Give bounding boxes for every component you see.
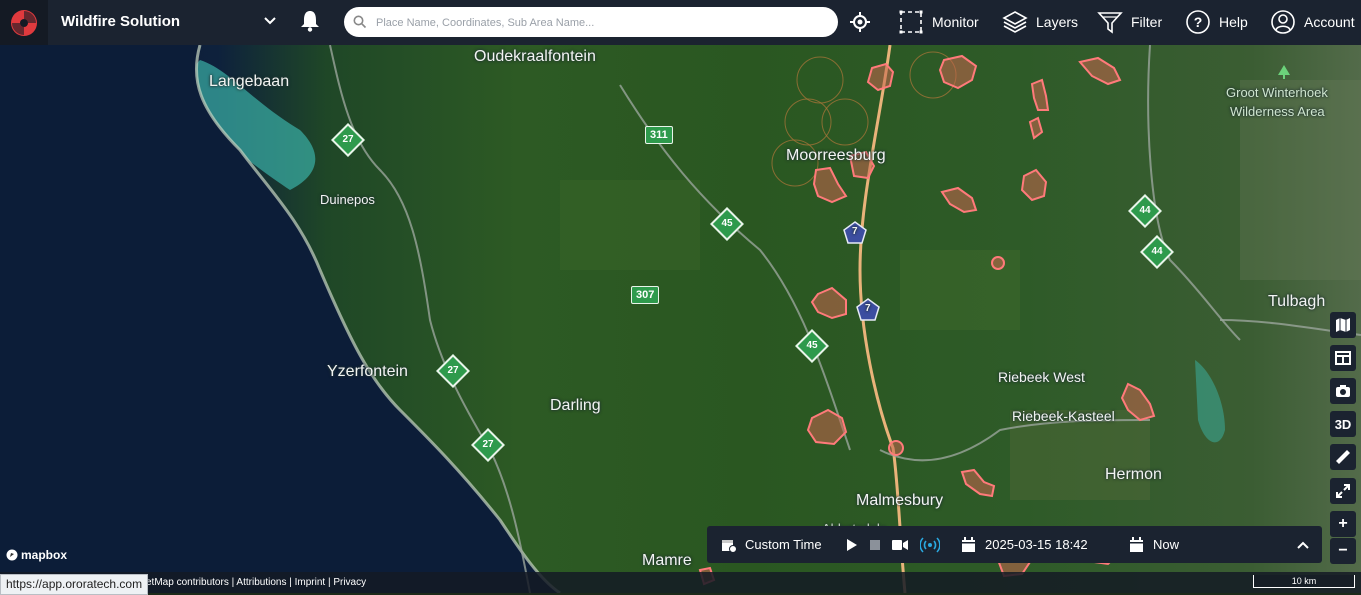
time-bar: Custom Time 2025-03-15 18:42 Now — [707, 526, 1322, 563]
mapbox-logo[interactable]: mapbox — [6, 548, 67, 562]
time-mode-label[interactable]: Custom Time — [745, 526, 822, 563]
nav-account-label: Account — [1304, 14, 1355, 30]
search-icon — [353, 15, 367, 29]
place-label: Duinepos — [320, 192, 375, 207]
place-label: Moorreesburg — [786, 147, 886, 164]
place-label: Mamre — [642, 552, 692, 569]
stop-icon[interactable] — [870, 540, 880, 550]
ruler-icon — [1336, 450, 1350, 464]
app-logo[interactable] — [0, 0, 48, 45]
nav-filter[interactable]: Filter — [1097, 8, 1162, 36]
layout-button[interactable] — [1330, 345, 1356, 371]
route-box: 307 — [631, 286, 660, 304]
nav-help-label: Help — [1219, 14, 1248, 30]
zoom-in-button[interactable]: + — [1330, 511, 1356, 537]
chevron-up-icon[interactable] — [1295, 538, 1311, 552]
time-end[interactable]: Now — [1153, 526, 1179, 563]
chevron-down-icon[interactable] — [262, 11, 278, 31]
mapbox-label: mapbox — [21, 548, 68, 562]
svg-text:?: ? — [1194, 14, 1203, 30]
calendar-clock-icon — [722, 540, 737, 553]
ororatech-logo-icon — [11, 9, 37, 36]
route-shield-label: 7 — [865, 303, 871, 314]
nav-account[interactable]: Account — [1270, 8, 1355, 36]
attribution-text[interactable]: etMap contributors | Attributions | Impr… — [146, 577, 366, 588]
map-icon — [1336, 318, 1350, 332]
nav-filter-label: Filter — [1131, 14, 1163, 30]
map-style-button[interactable] — [1330, 312, 1356, 338]
attribution-bar: etMap contributors | Attributions | Impr… — [0, 572, 1361, 593]
place-label: Darling — [550, 397, 601, 414]
live-icon[interactable] — [920, 536, 940, 554]
app-title: Wildfire Solution — [61, 13, 181, 30]
place-label: Oudekraalfontein — [474, 48, 596, 65]
top-bar: Wildfire Solution Monitor — [0, 0, 1361, 45]
route-shield-label: 7 — [852, 226, 858, 237]
nav-layers[interactable]: Layers — [1002, 8, 1078, 36]
nav-monitor[interactable]: Monitor — [898, 8, 979, 36]
place-label: Malmesbury — [856, 492, 944, 509]
help-icon: ? — [1186, 10, 1210, 34]
fullscreen-button[interactable] — [1330, 478, 1356, 504]
place-label: Riebeek West — [998, 369, 1085, 385]
3d-toggle-button[interactable]: 3D — [1330, 411, 1356, 437]
time-start[interactable]: 2025-03-15 18:42 — [985, 526, 1088, 563]
layout-icon — [1335, 351, 1351, 365]
route-box: 311 — [645, 126, 673, 144]
place-label: Groot Winterhoek — [1226, 85, 1328, 100]
place-label: Tulbagh — [1268, 293, 1326, 310]
calendar-icon — [1130, 537, 1143, 552]
mapbox-icon — [6, 549, 18, 561]
search-input[interactable] — [374, 13, 828, 33]
satellite-map[interactable]: Oudekraalfontein Langebaan Duinepos Moor… — [0, 45, 1361, 593]
expand-icon — [1336, 484, 1350, 498]
calendar-icon — [962, 537, 975, 552]
scale-bar: 10 km — [1253, 575, 1355, 588]
bell-icon[interactable] — [299, 9, 321, 33]
zoom-out-button[interactable]: − — [1330, 538, 1356, 564]
screenshot-button[interactable] — [1330, 378, 1356, 404]
account-icon — [1271, 10, 1295, 34]
video-record-icon[interactable] — [892, 538, 908, 552]
layers-icon — [1002, 11, 1028, 33]
place-label: Wilderness Area — [1230, 104, 1325, 119]
play-icon[interactable] — [846, 538, 858, 552]
locate-me-icon[interactable] — [849, 11, 871, 33]
place-label: Hermon — [1105, 466, 1162, 483]
monitor-frame-icon — [899, 10, 923, 34]
nav-help[interactable]: ? Help — [1185, 8, 1248, 36]
place-label: Riebeek-Kasteel — [1012, 408, 1115, 424]
status-url: https://app.ororatech.com — [0, 574, 149, 595]
place-label: Langebaan — [209, 73, 290, 90]
nav-layers-label: Layers — [1036, 14, 1079, 30]
search-bar — [344, 7, 838, 37]
map-features — [0, 45, 1361, 593]
nav-monitor-label: Monitor — [932, 14, 979, 30]
filter-icon — [1097, 12, 1123, 34]
place-label: Yzerfontein — [327, 363, 408, 380]
measure-button[interactable] — [1330, 444, 1356, 470]
camera-icon — [1336, 385, 1350, 397]
